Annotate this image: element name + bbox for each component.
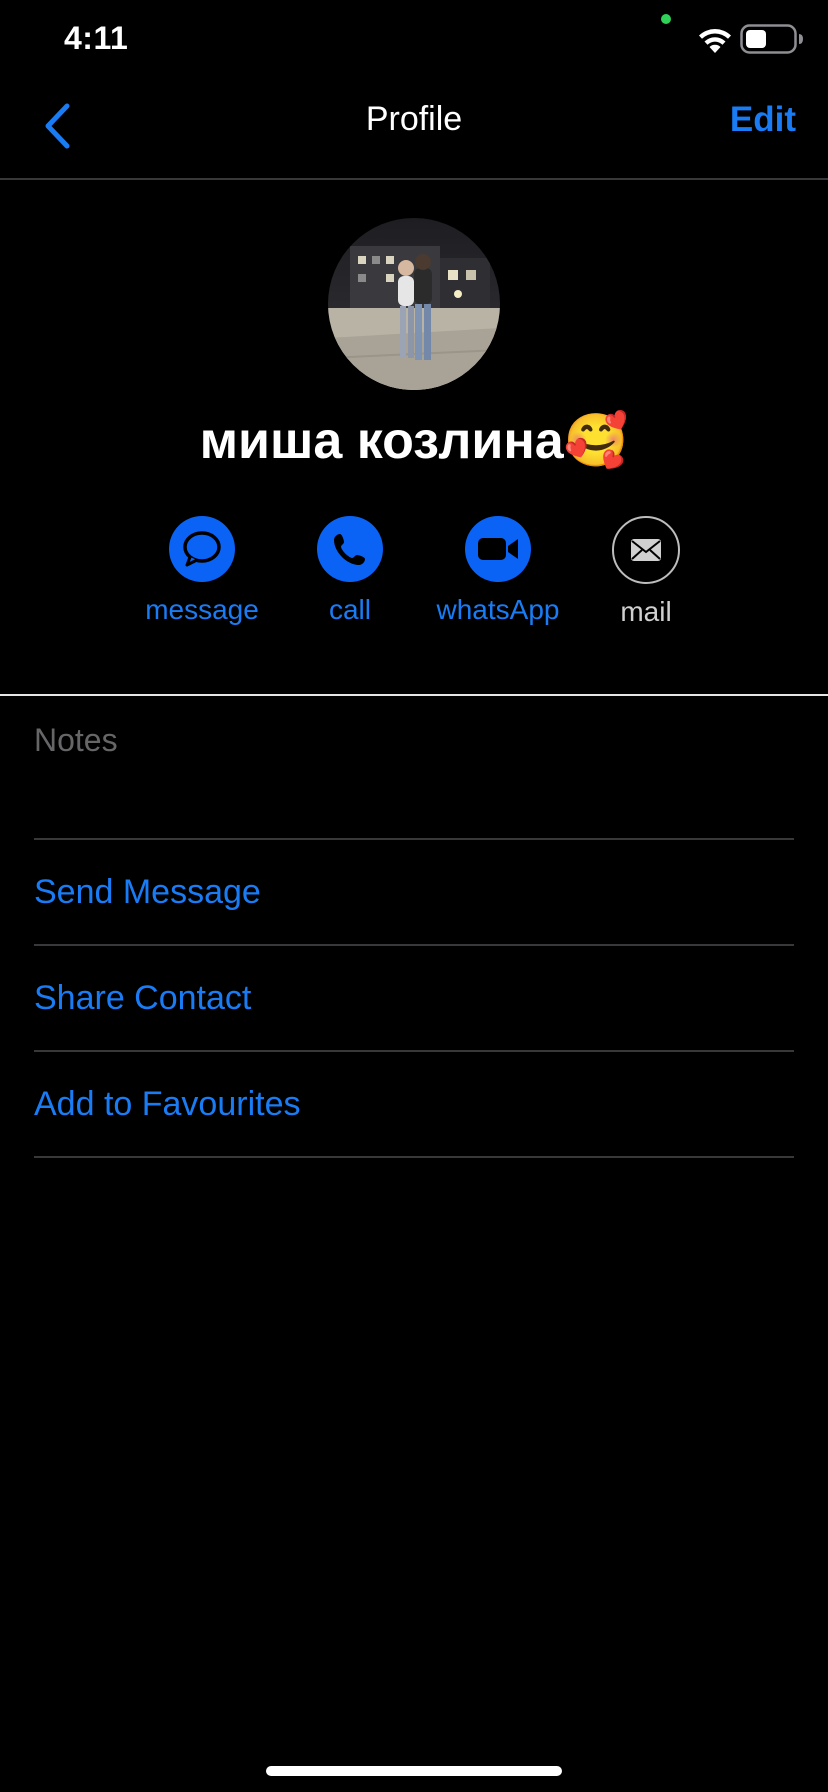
add-to-favourites-option[interactable]: Add to Favourites	[34, 1052, 794, 1158]
whatsapp-action-circle	[465, 516, 531, 582]
contact-photo	[328, 218, 500, 390]
send-message-option[interactable]: Send Message	[34, 840, 794, 946]
status-bar: 4:11	[0, 0, 828, 80]
status-time: 4:11	[64, 20, 129, 56]
mail-action-button[interactable]: mail	[571, 516, 721, 628]
message-action-label: message	[145, 594, 259, 625]
call-action-button[interactable]: call	[275, 516, 425, 626]
privacy-indicator-dot	[661, 14, 671, 24]
page-title: Profile	[365, 100, 463, 138]
add-to-favourites-label: Add to Favourites	[34, 1084, 301, 1123]
message-bubble-icon	[183, 531, 221, 567]
wifi-icon	[699, 29, 731, 53]
message-action-circle	[169, 516, 235, 582]
send-message-label: Send Message	[34, 872, 261, 911]
home-indicator[interactable]	[266, 1766, 562, 1776]
navigation-bar: Profile Edit	[0, 80, 828, 180]
phone-icon	[334, 534, 365, 565]
notes-label: Notes	[34, 722, 118, 758]
contact-name: миша козлина🥰	[199, 412, 629, 470]
envelope-icon	[631, 539, 661, 561]
video-camera-icon	[478, 538, 518, 560]
contact-header: миша козлина🥰 message call whatsApp mail	[0, 180, 828, 696]
edit-button[interactable]: Edit	[730, 100, 796, 140]
battery-icon	[740, 24, 803, 54]
whatsapp-action-button[interactable]: whatsApp	[423, 516, 573, 626]
share-contact-option[interactable]: Share Contact	[34, 946, 794, 1052]
options-list: Send Message Share Contact Add to Favour…	[34, 840, 794, 1158]
quick-actions: message call whatsApp mail	[0, 516, 828, 636]
call-action-circle	[317, 516, 383, 582]
notes-field[interactable]: Notes	[34, 696, 794, 840]
message-action-button[interactable]: message	[127, 516, 277, 626]
mail-action-circle	[612, 516, 680, 584]
avatar[interactable]	[328, 218, 500, 390]
call-action-label: call	[328, 594, 371, 625]
whatsapp-action-label: whatsApp	[436, 594, 560, 625]
mail-action-label: mail	[620, 596, 672, 627]
share-contact-label: Share Contact	[34, 978, 252, 1017]
